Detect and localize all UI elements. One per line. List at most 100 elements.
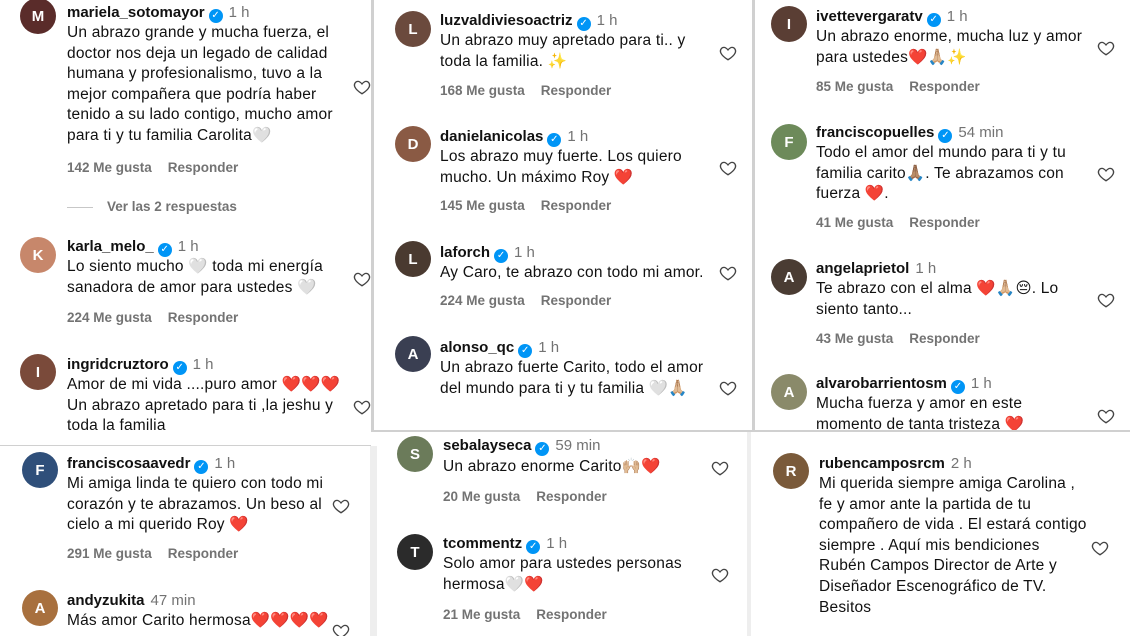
comment-text: Más amor Carito hermosa❤️❤️❤️❤️ (67, 612, 329, 629)
comments-panel-2: L luzvaldiviesoactriz ✓ 1 h Un abrazo muy … (374, 0, 752, 430)
avatar[interactable]: F (22, 452, 58, 488)
reply-button[interactable]: Responder (909, 331, 980, 346)
timestamp: 1 h (596, 12, 618, 29)
heart-outline-icon[interactable] (711, 566, 729, 584)
like-count[interactable]: 43 Me gusta (816, 331, 893, 346)
avatar[interactable]: A (771, 259, 807, 295)
reply-button[interactable]: Responder (909, 215, 980, 230)
comments-panel-6: R rubencamposrcm 2 h Mi querida siempre a… (751, 433, 1130, 636)
avatar[interactable]: A (771, 374, 807, 410)
username[interactable]: luzvaldiviesoactriz (440, 12, 573, 29)
username[interactable]: franciscopuelles (816, 124, 934, 141)
heart-outline-icon[interactable] (719, 379, 737, 397)
avatar[interactable]: D (395, 126, 431, 162)
verified-badge-icon: ✓ (526, 540, 541, 554)
heart-outline-icon[interactable] (1097, 39, 1115, 57)
avatar[interactable]: I (20, 354, 56, 390)
comment-text: Te abrazo con el alma ❤️🙏🏼😔. Lo siento t… (816, 280, 1059, 318)
comments-panel-5: S sebalayseca ✓ 59 min Un abrazo enorme Ca… (377, 432, 747, 636)
heart-outline-icon[interactable] (353, 398, 371, 416)
verified-badge-icon: ✓ (576, 17, 591, 31)
heart-outline-icon[interactable] (719, 264, 737, 282)
heart-outline-icon[interactable] (353, 78, 371, 96)
verified-badge-icon: ✓ (157, 243, 172, 257)
avatar[interactable]: F (771, 124, 807, 160)
heart-outline-icon[interactable] (332, 622, 350, 636)
username[interactable]: franciscosaavedr (67, 455, 190, 472)
heart-outline-icon[interactable] (353, 270, 371, 288)
username[interactable]: karla_melo_ (67, 238, 154, 255)
heart-outline-icon[interactable] (719, 159, 737, 177)
like-count[interactable]: 291 Me gusta (67, 546, 152, 561)
username[interactable]: ingridcruztoro (67, 356, 169, 373)
like-count[interactable]: 145 Me gusta (440, 198, 525, 213)
avatar[interactable]: A (22, 590, 58, 626)
timestamp: 2 h (950, 455, 972, 472)
heart-outline-icon[interactable] (1097, 407, 1115, 425)
avatar[interactable]: I (771, 6, 807, 42)
avatar[interactable]: M (20, 0, 56, 34)
replies-line (67, 206, 93, 208)
like-count[interactable]: 224 Me gusta (440, 293, 525, 308)
view-replies-button[interactable]: Ver las 2 respuestas (67, 199, 237, 214)
reply-button[interactable]: Responder (909, 79, 980, 94)
comment-text: Un abrazo muy apretado para ti.. y toda … (440, 32, 686, 70)
username[interactable]: mariela_sotomayor (67, 4, 205, 21)
username[interactable]: ivettevergaratv (816, 8, 923, 25)
reply-button[interactable]: Responder (168, 546, 239, 561)
verified-badge-icon: ✓ (938, 129, 953, 143)
username[interactable]: alonso_qc (440, 339, 514, 356)
avatar[interactable]: R (773, 453, 809, 489)
comment: A andyzukita 47 min Más amor Carito hermo… (0, 586, 370, 636)
comment-text: Un abrazo enorme, mucha luz y amor para … (816, 28, 1083, 66)
username[interactable]: alvarobarrientosm (816, 375, 947, 392)
avatar[interactable]: L (395, 241, 431, 277)
heart-outline-icon[interactable] (719, 44, 737, 62)
reply-button[interactable]: Responder (168, 310, 239, 325)
like-count[interactable]: 142 Me gusta (67, 160, 152, 175)
heart-outline-icon[interactable] (711, 459, 729, 477)
username[interactable]: danielanicolas (440, 128, 543, 145)
avatar[interactable]: L (395, 11, 431, 47)
reply-button[interactable]: Responder (536, 607, 607, 622)
reply-button[interactable]: Responder (541, 293, 612, 308)
reply-button[interactable]: Responder (168, 160, 239, 175)
comments-panel-1: M mariela_sotomayor ✓ 1 h Un abrazo grande… (0, 0, 371, 445)
like-count[interactable]: 85 Me gusta (816, 79, 893, 94)
comment: L laforch ✓ 1 h Ay Caro, te abrazo con tod… (374, 235, 752, 315)
like-count[interactable]: 224 Me gusta (67, 310, 152, 325)
avatar[interactable]: S (397, 436, 433, 472)
heart-outline-icon[interactable] (1091, 539, 1109, 557)
like-count[interactable]: 20 Me gusta (443, 489, 520, 504)
comment: R rubencamposrcm 2 h Mi querida siempre a… (751, 433, 1130, 636)
timestamp: 1 h (567, 128, 589, 145)
reply-button[interactable]: Responder (536, 489, 607, 504)
like-count[interactable]: 21 Me gusta (443, 607, 520, 622)
username[interactable]: andyzukita (67, 592, 145, 609)
username[interactable]: laforch (440, 244, 490, 261)
avatar[interactable]: A (395, 336, 431, 372)
username[interactable]: rubencamposrcm (819, 455, 945, 472)
username[interactable]: sebalayseca (443, 437, 531, 454)
reply-button[interactable]: Responder (541, 198, 612, 213)
timestamp: 1 h (538, 339, 560, 356)
comment-text: Ay Caro, te abrazo con todo mi amor. (440, 264, 704, 281)
comments-panel-3: I ivettevergaratv ✓ 1 h Un abrazo enorme, … (755, 0, 1130, 430)
username[interactable]: tcommentz (443, 535, 522, 552)
like-count[interactable]: 168 Me gusta (440, 83, 525, 98)
heart-outline-icon[interactable] (1097, 291, 1115, 309)
avatar[interactable]: T (397, 534, 433, 570)
heart-outline-icon[interactable] (1097, 165, 1115, 183)
timestamp: 54 min (958, 124, 1004, 141)
like-count[interactable]: 41 Me gusta (816, 215, 893, 230)
comment: F franciscosaavedr ✓ 1 h Mi amiga linda te… (0, 446, 370, 571)
timestamp: 59 min (555, 437, 601, 454)
username[interactable]: angelaprietol (816, 260, 909, 277)
reply-button[interactable]: Responder (541, 83, 612, 98)
avatar[interactable]: K (20, 237, 56, 273)
comment: A alonso_qc ✓ 1 h Un abrazo fuerte Carito,… (374, 330, 752, 430)
heart-outline-icon[interactable] (332, 497, 350, 515)
timestamp: 47 min (150, 592, 196, 609)
comment: A angelaprietol 1 h Te abrazo con el alma… (755, 255, 1130, 355)
timestamp: 1 h (970, 375, 992, 392)
